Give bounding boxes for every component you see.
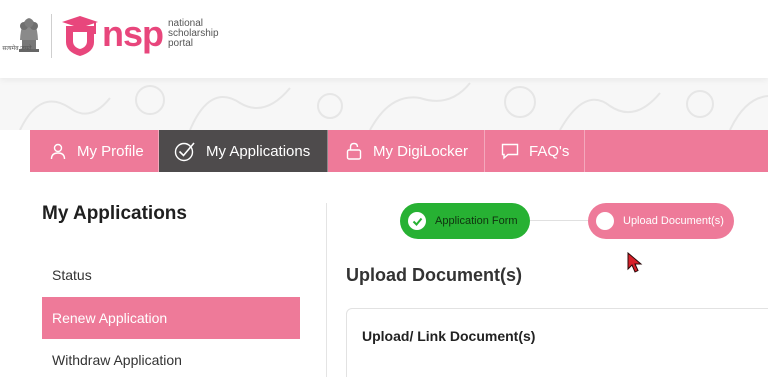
site-header: सत्यमेव जयते nsp national scholarship po… <box>0 0 768 78</box>
stepper-connector <box>530 220 588 221</box>
sidebar-item-renew-application[interactable]: Renew Application <box>42 297 300 339</box>
mouse-cursor-icon <box>627 252 643 273</box>
circle-icon <box>596 212 614 230</box>
sidebar-item-withdraw-application[interactable]: Withdraw Application <box>42 339 300 377</box>
logo-subtitle-line: portal <box>168 38 194 49</box>
nav-label: FAQ's <box>529 142 570 160</box>
emblem-caption: सत्यमेव जयते <box>2 46 32 52</box>
banner-illustration <box>19 82 768 130</box>
step-label: Upload Document(s) <box>623 215 724 227</box>
logo-wordmark: nsp <box>102 13 164 54</box>
check-icon <box>408 212 426 230</box>
header-divider <box>51 14 52 58</box>
user-icon <box>50 143 66 160</box>
lock-icon <box>346 142 362 160</box>
step-label: Application Form <box>435 215 518 227</box>
nav-label: My Profile <box>77 142 144 160</box>
sidebar-item-status[interactable]: Status <box>42 254 300 296</box>
card-title: Upload/ Link Document(s) <box>362 328 536 344</box>
nav-my-applications[interactable]: My Applications <box>159 130 328 172</box>
nsp-logo-icon <box>62 16 98 56</box>
chat-icon <box>501 143 519 160</box>
decorative-banner <box>0 78 768 130</box>
upload-card: Upload/ Link Document(s) <box>346 308 768 377</box>
nav-faqs[interactable]: FAQ's <box>485 130 585 172</box>
logo-subtitle: national scholarship portal <box>168 19 219 49</box>
main-nav: My Profile My Applications My DigiLocker… <box>30 130 768 172</box>
sidebar-title: My Applications <box>42 203 187 224</box>
nav-label: My Applications <box>206 142 311 160</box>
step-upload-documents[interactable]: Upload Document(s) <box>588 203 734 239</box>
nav-my-digilocker[interactable]: My DigiLocker <box>328 130 485 172</box>
nav-label: My DigiLocker <box>373 142 469 160</box>
nav-my-profile[interactable]: My Profile <box>30 130 159 172</box>
check-circle-icon <box>174 142 195 162</box>
national-emblem-icon <box>19 18 39 52</box>
page-title: Upload Document(s) <box>346 265 523 285</box>
sidebar-divider <box>326 203 327 377</box>
step-application-form[interactable]: Application Form <box>400 203 530 239</box>
